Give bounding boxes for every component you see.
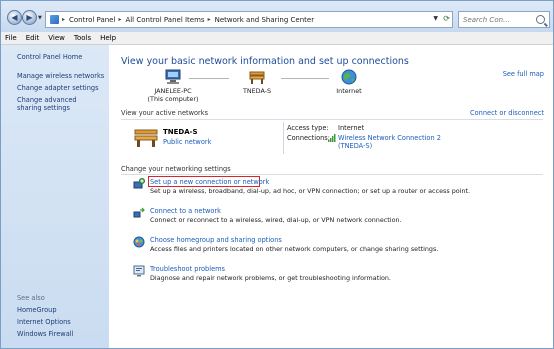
computer-icon: [165, 69, 181, 84]
sidebar-windows-firewall[interactable]: Windows Firewall: [17, 330, 107, 338]
task-description: Diagnose and repair network problems, or…: [150, 274, 391, 282]
connections-label: Connections:: [287, 134, 330, 142]
map-connector: [281, 78, 329, 79]
breadcrumb-network-sharing[interactable]: Network and Sharing Center: [215, 16, 315, 24]
search-input[interactable]: [463, 15, 537, 24]
network-name: TNEDA-S: [242, 87, 272, 95]
network-divider: [283, 122, 284, 154]
see-full-map-link[interactable]: See full map: [503, 70, 544, 78]
computer-subtitle: (This computer): [147, 95, 199, 103]
sidebar-manage-wireless[interactable]: Manage wireless networks: [17, 72, 107, 80]
search-icon[interactable]: [536, 15, 545, 24]
task-description: Set up a wireless, broadband, dial-up, a…: [150, 187, 471, 195]
menu-edit[interactable]: Edit: [26, 34, 40, 42]
section-divider: [121, 174, 543, 175]
menu-bar: File Edit View Tools Help: [1, 32, 553, 45]
connections-value[interactable]: Wireless Network Connection 2 (TNEDA-S): [338, 134, 441, 150]
address-dropdown-icon[interactable]: ▼: [433, 15, 438, 22]
sidebar-change-adapter[interactable]: Change adapter settings: [17, 84, 107, 92]
sidebar-change-advanced-sharing[interactable]: Change advanced sharing settings: [17, 96, 101, 112]
section-divider: [121, 119, 543, 120]
active-networks-heading: View your active networks: [121, 109, 209, 117]
map-node-computer[interactable]: JANELEE-PC (This computer): [143, 69, 203, 103]
troubleshoot-icon: [133, 265, 145, 277]
globe-icon: [341, 69, 357, 85]
connection-ssid-link[interactable]: (TNEDA-S): [338, 142, 441, 150]
task-title[interactable]: Set up a new connection or network: [150, 178, 269, 186]
see-also-label: See also: [17, 294, 45, 302]
search-box[interactable]: [458, 11, 550, 28]
page-title: View your basic network information and …: [121, 56, 409, 67]
change-settings-heading: Change your networking settings: [121, 165, 231, 173]
access-type-label: Access type:: [287, 124, 329, 132]
breadcrumb-separator: ▸: [207, 16, 211, 23]
sidebar-homegroup[interactable]: HomeGroup: [17, 306, 107, 314]
breadcrumb-separator: ▸: [62, 16, 66, 23]
connect-network-icon: [133, 207, 145, 218]
computer-name: JANELEE-PC: [154, 87, 192, 95]
active-network-type-link[interactable]: Public network: [163, 138, 211, 146]
bench-icon: [249, 71, 265, 84]
homegroup-icon: [133, 236, 145, 248]
task-title[interactable]: Connect to a network: [150, 207, 221, 215]
window: ◀ ▶ ▼ ▸ Control Panel ▸ All Control Pane…: [0, 0, 554, 349]
signal-bars-icon: [328, 134, 336, 142]
connect-or-disconnect-link[interactable]: Connect or disconnect: [470, 109, 544, 117]
menu-file[interactable]: File: [5, 34, 17, 42]
task-title[interactable]: Troubleshoot problems: [150, 265, 225, 273]
breadcrumb-control-panel[interactable]: Control Panel: [69, 16, 115, 24]
new-connection-icon: [133, 178, 145, 189]
menu-view[interactable]: View: [48, 34, 65, 42]
address-row: ◀ ▶ ▼ ▸ Control Panel ▸ All Control Pane…: [1, 1, 553, 32]
bench-icon: [134, 129, 158, 147]
map-node-internet[interactable]: Internet: [329, 69, 369, 95]
breadcrumb-separator: ▸: [118, 16, 122, 23]
menu-tools[interactable]: Tools: [74, 34, 91, 42]
internet-label: Internet: [336, 87, 362, 95]
sidebar-internet-options[interactable]: Internet Options: [17, 318, 107, 326]
connection-name-link[interactable]: Wireless Network Connection 2: [338, 134, 441, 142]
task-description: Connect or reconnect to a wireless, wire…: [150, 216, 402, 224]
history-dropdown-icon[interactable]: ▼: [38, 15, 44, 21]
menu-help[interactable]: Help: [100, 34, 116, 42]
task-description: Access files and printers located on oth…: [150, 245, 439, 253]
forward-button[interactable]: ▶: [22, 10, 37, 25]
back-button[interactable]: ◀: [7, 10, 22, 25]
access-type-value: Internet: [338, 124, 365, 132]
breadcrumb-all-items[interactable]: All Control Panel Items: [125, 16, 204, 24]
control-panel-icon: [50, 15, 59, 24]
active-network-name: TNEDA-S: [163, 128, 198, 136]
address-bar[interactable]: ▸ Control Panel ▸ All Control Panel Item…: [45, 11, 453, 28]
sidebar-control-panel-home[interactable]: Control Panel Home: [17, 53, 107, 61]
refresh-icon[interactable]: ⟳: [443, 14, 450, 23]
sidebar: Control Panel Home Manage wireless netwo…: [1, 45, 109, 348]
map-node-network[interactable]: TNEDA-S: [233, 69, 281, 95]
task-title[interactable]: Choose homegroup and sharing options: [150, 236, 282, 244]
main-content: View your basic network information and …: [109, 45, 553, 348]
